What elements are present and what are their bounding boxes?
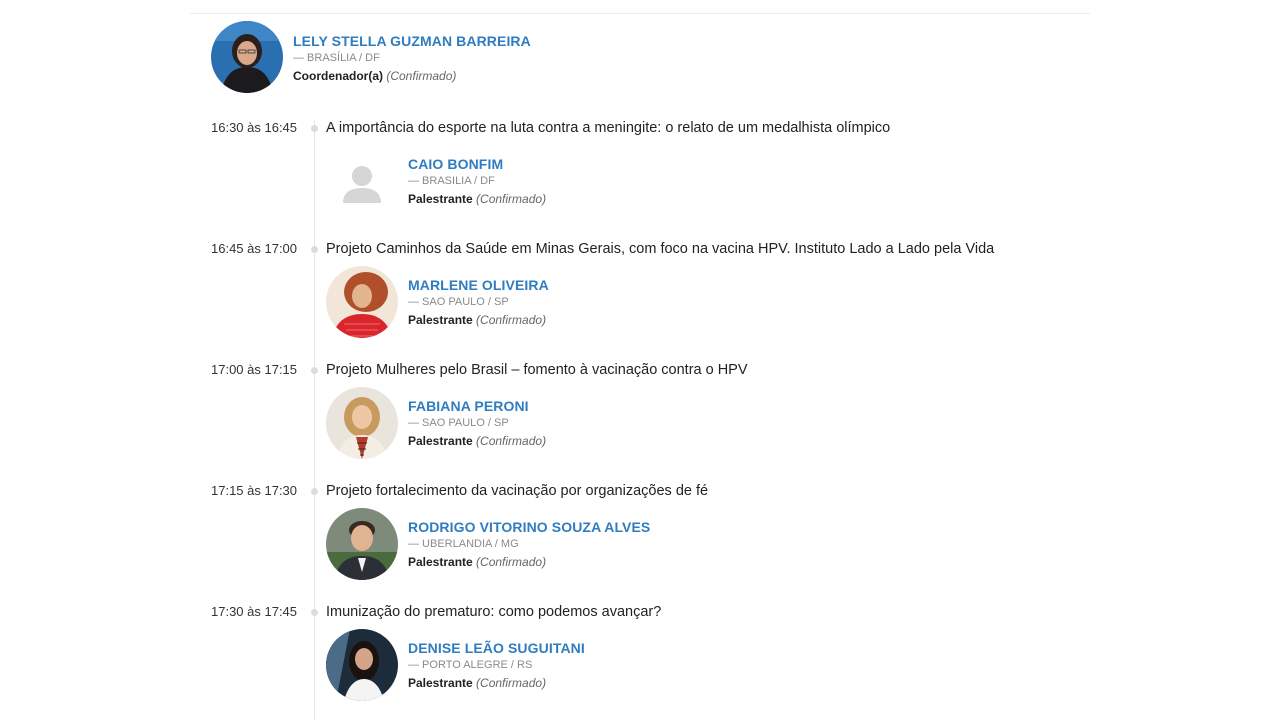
speaker-role: Palestrante	[408, 313, 473, 327]
speaker-photo[interactable]	[326, 266, 398, 338]
top-divider	[190, 13, 1090, 14]
speaker-location: — UBERLANDIA / MG	[408, 538, 519, 550]
speaker-name[interactable]: FABIANA PERONI	[408, 397, 808, 415]
avatar-placeholder-icon[interactable]	[326, 145, 398, 217]
timeline-dot	[311, 609, 318, 616]
timeline-dot	[311, 367, 318, 374]
speaker-status: (Confirmado)	[476, 313, 547, 327]
speaker-status: (Confirmado)	[476, 676, 547, 690]
timeline-dot	[311, 246, 318, 253]
coordinator-location: — BRASÍLIA / DF	[293, 52, 380, 64]
speaker-role-line: Palestrante (Confirmado)	[408, 554, 808, 570]
speaker-photo[interactable]	[326, 508, 398, 580]
speaker-role-line: Palestrante (Confirmado)	[408, 312, 808, 328]
session-item: 17:15 às 17:30 Projeto fortalecimento da…	[0, 483, 1280, 604]
timeline-dot	[311, 125, 318, 132]
speaker-role-line: Palestrante (Confirmado)	[408, 191, 808, 207]
session-title: Projeto Caminhos da Saúde em Minas Gerai…	[326, 241, 995, 257]
session-time: 17:15 às 17:30	[211, 483, 298, 498]
speaker-role: Palestrante	[408, 676, 473, 690]
speaker-role-line: Palestrante (Confirmado)	[408, 675, 808, 691]
session-title: Projeto fortalecimento da vacinação por …	[326, 483, 709, 499]
coordinator-status: (Confirmado)	[386, 69, 457, 83]
session-item: 16:30 às 16:45 A importância do esporte …	[0, 120, 1280, 241]
coordinator-role-line: Coordenador(a) (Confirmado)	[293, 68, 693, 84]
speaker-name[interactable]: MARLENE OLIVEIRA	[408, 276, 808, 294]
session-title: Projeto Mulheres pelo Brasil – fomento à…	[326, 362, 748, 378]
session-time: 16:30 às 16:45	[211, 120, 298, 135]
session-time: 17:00 às 17:15	[211, 362, 298, 377]
session-item: 17:30 às 17:45 Imunização do prematuro: …	[0, 604, 1280, 725]
speaker-location: — PORTO ALEGRE / RS	[408, 659, 533, 671]
session-time: 17:30 às 17:45	[211, 604, 298, 619]
session-item: 16:45 às 17:00 Projeto Caminhos da Saúde…	[0, 241, 1280, 362]
speaker-location: — SAO PAULO / SP	[408, 296, 509, 308]
speaker-role: Palestrante	[408, 434, 473, 448]
speaker-role: Palestrante	[408, 192, 473, 206]
speaker-role-line: Palestrante (Confirmado)	[408, 433, 808, 449]
session-item: 17:00 às 17:15 Projeto Mulheres pelo Bra…	[0, 362, 1280, 483]
speaker-location: — SAO PAULO / SP	[408, 417, 509, 429]
speaker-name[interactable]: CAIO BONFIM	[408, 155, 808, 173]
speaker-name[interactable]: RODRIGO VITORINO SOUZA ALVES	[408, 518, 808, 536]
session-title: Imunização do prematuro: como podemos av…	[326, 604, 662, 620]
coordinator-photo[interactable]	[211, 21, 283, 93]
coordinator-name[interactable]: LELY STELLA GUZMAN BARREIRA	[293, 32, 693, 50]
speaker-photo[interactable]	[326, 629, 398, 701]
session-time: 16:45 às 17:00	[211, 241, 298, 256]
speaker-photo[interactable]	[326, 387, 398, 459]
timeline-dot	[311, 488, 318, 495]
session-title: A importância do esporte na luta contra …	[326, 120, 891, 136]
coordinator-role: Coordenador(a)	[293, 69, 383, 83]
speaker-status: (Confirmado)	[476, 434, 547, 448]
speaker-location: — BRASILIA / DF	[408, 175, 495, 187]
speaker-role: Palestrante	[408, 555, 473, 569]
speaker-status: (Confirmado)	[476, 555, 547, 569]
speaker-status: (Confirmado)	[476, 192, 547, 206]
speaker-name[interactable]: DENISE LEÃO SUGUITANI	[408, 639, 808, 657]
